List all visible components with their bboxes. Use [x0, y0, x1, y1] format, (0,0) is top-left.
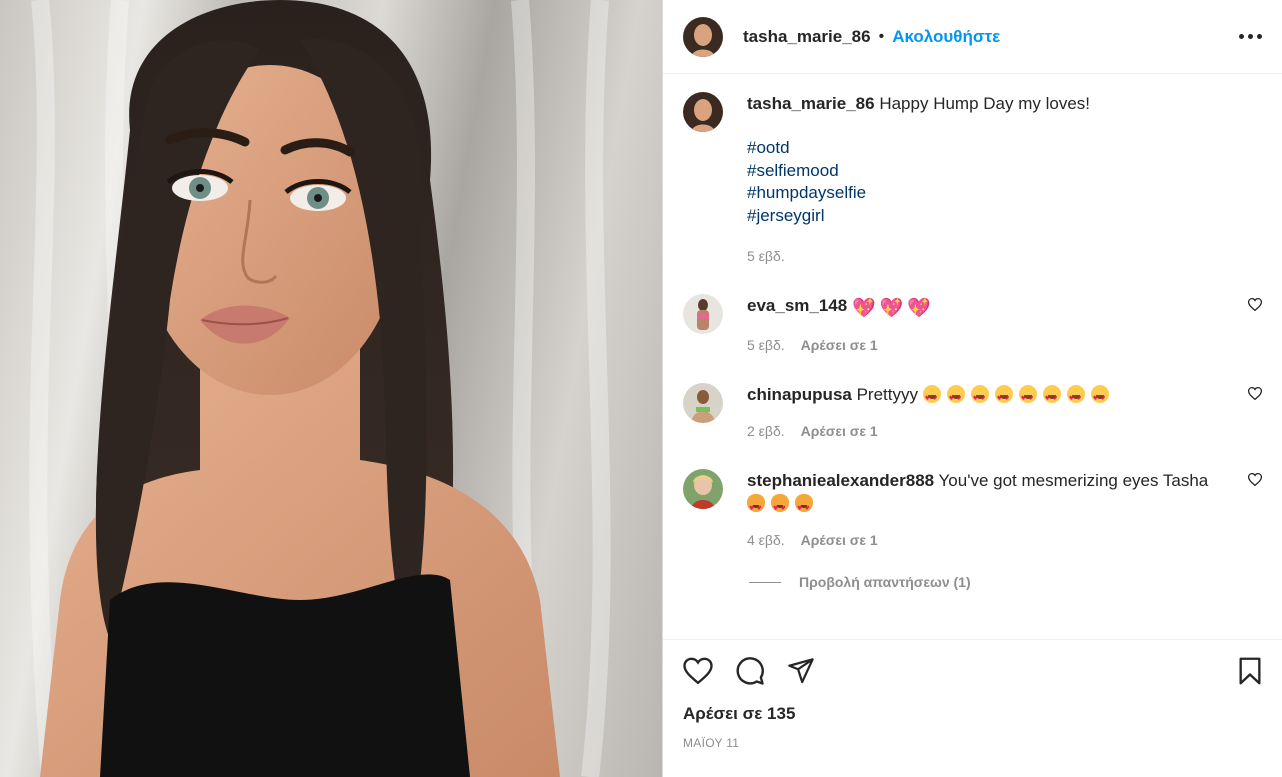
comment-text: Prettyyy: [856, 385, 918, 404]
sparkling-heart-emoji: 💖: [907, 297, 931, 319]
view-replies-button[interactable]: Προβολή απαντήσεων (1): [749, 574, 1262, 590]
author-avatar[interactable]: [683, 16, 723, 57]
sparkling-heart-emoji: 💖: [879, 297, 904, 319]
heart-eyes-emoji: [922, 385, 941, 410]
more-options-icon[interactable]: [1239, 34, 1262, 39]
commenter-avatar[interactable]: [683, 294, 723, 334]
post-actions-section: Αρέσει σε 135 ΜΑΪΟΥ 11: [663, 639, 1282, 777]
comment-icon[interactable]: [735, 656, 765, 686]
like-heart-icon[interactable]: [683, 657, 713, 685]
comment-body: chinapupusa Prettyyy 2 εβδ. Αρέσει σε 1: [747, 383, 1262, 443]
share-icon[interactable]: [787, 657, 815, 685]
heart-eyes-emoji-list: [922, 385, 1115, 410]
comment-likes[interactable]: Αρέσει σε 1: [801, 420, 878, 443]
commenter-avatar[interactable]: [683, 383, 723, 423]
comment-timestamp[interactable]: 5 εβδ.: [747, 334, 785, 357]
comment-likes[interactable]: Αρέσει σε 1: [801, 334, 878, 357]
comment-timestamp[interactable]: 4 εβδ.: [747, 529, 785, 552]
heart-eyes-emoji: [1018, 385, 1037, 410]
like-comment-heart-icon[interactable]: [1247, 473, 1263, 491]
heart-eyes-emoji: [1042, 385, 1061, 410]
view-replies-label: Προβολή απαντήσεων (1): [799, 574, 971, 590]
comment-timestamp[interactable]: 2 εβδ.: [747, 420, 785, 443]
caption-timestamp[interactable]: 5 εβδ.: [747, 245, 1090, 268]
heart-eyes-cat-emoji: [795, 494, 813, 520]
hashtag[interactable]: #jerseygirl: [747, 205, 1090, 228]
heart-eyes-emoji: [1090, 385, 1109, 410]
sparkling-heart-emoji: 💖: [851, 297, 876, 319]
post-date[interactable]: ΜΑΪΟΥ 11: [683, 736, 1262, 750]
comment-body: stephaniealexander888 You've got mesmeri…: [747, 469, 1262, 552]
like-comment-heart-icon[interactable]: [1247, 387, 1263, 405]
caption-avatar[interactable]: [683, 92, 723, 132]
comment-username[interactable]: stephaniealexander888: [747, 471, 934, 490]
bookmark-icon[interactable]: [1238, 657, 1262, 685]
hashtag[interactable]: #ootd: [747, 137, 1090, 160]
heart-eyes-emoji: [970, 385, 989, 410]
comment-likes[interactable]: Αρέσει σε 1: [801, 529, 878, 552]
post-side-panel: tasha_marie_86 • Ακολουθήστε tasha_marie…: [662, 0, 1282, 777]
likes-count[interactable]: Αρέσει σε 135: [683, 704, 1262, 724]
caption-username[interactable]: tasha_marie_86: [747, 94, 875, 113]
comment-meta: 4 εβδ. Αρέσει σε 1: [747, 529, 1222, 552]
post-caption: tasha_marie_86 Happy Hump Day my loves! …: [683, 92, 1262, 268]
heart-eyes-emoji: [994, 385, 1013, 410]
comments-section: tasha_marie_86 Happy Hump Day my loves! …: [663, 74, 1282, 639]
commenter-avatar[interactable]: [683, 469, 723, 509]
hashtag[interactable]: #selfiemood: [747, 160, 1090, 183]
comment-item: chinapupusa Prettyyy 2 εβδ. Αρέσει σε 1: [683, 383, 1263, 443]
comment-username[interactable]: eva_sm_148: [747, 296, 847, 315]
post-viewer: tasha_marie_86 • Ακολουθήστε tasha_marie…: [0, 0, 1282, 777]
comment-body: eva_sm_148 💖 💖 💖 5 εβδ. Αρέσει σε 1: [747, 294, 1262, 357]
caption-body: tasha_marie_86 Happy Hump Day my loves! …: [747, 92, 1090, 268]
hashtag[interactable]: #humpdayselfie: [747, 182, 1090, 205]
author-username[interactable]: tasha_marie_86: [743, 27, 871, 47]
caption-text: Happy Hump Day my loves!: [879, 94, 1091, 113]
comment-meta: 2 εβδ. Αρέσει σε 1: [747, 420, 1222, 443]
heart-eyes-cat-emoji: [747, 494, 765, 520]
action-bar: [683, 656, 1262, 686]
comment-text: You've got mesmerizing eyes Tasha: [938, 471, 1209, 490]
replies-divider: [749, 581, 781, 583]
follow-button[interactable]: Ακολουθήστε: [892, 27, 1000, 47]
heart-eyes-cat-emoji: [771, 494, 789, 520]
heart-eyes-emoji: [1066, 385, 1085, 410]
heart-eyes-emoji: [946, 385, 965, 410]
like-comment-heart-icon[interactable]: [1247, 298, 1263, 316]
header-separator: •: [878, 27, 885, 45]
portrait-image: [29, 0, 611, 777]
post-header: tasha_marie_86 • Ακολουθήστε: [663, 0, 1282, 74]
hashtag-list: #ootd #selfiemood #humpdayselfie #jersey…: [747, 137, 1090, 227]
comment-item: eva_sm_148 💖 💖 💖 5 εβδ. Αρέσει σε 1: [683, 294, 1263, 357]
comment-meta: 5 εβδ. Αρέσει σε 1: [747, 334, 1222, 357]
comment-username[interactable]: chinapupusa: [747, 385, 852, 404]
comment-item: stephaniealexander888 You've got mesmeri…: [683, 469, 1263, 552]
post-photo[interactable]: [0, 0, 662, 777]
